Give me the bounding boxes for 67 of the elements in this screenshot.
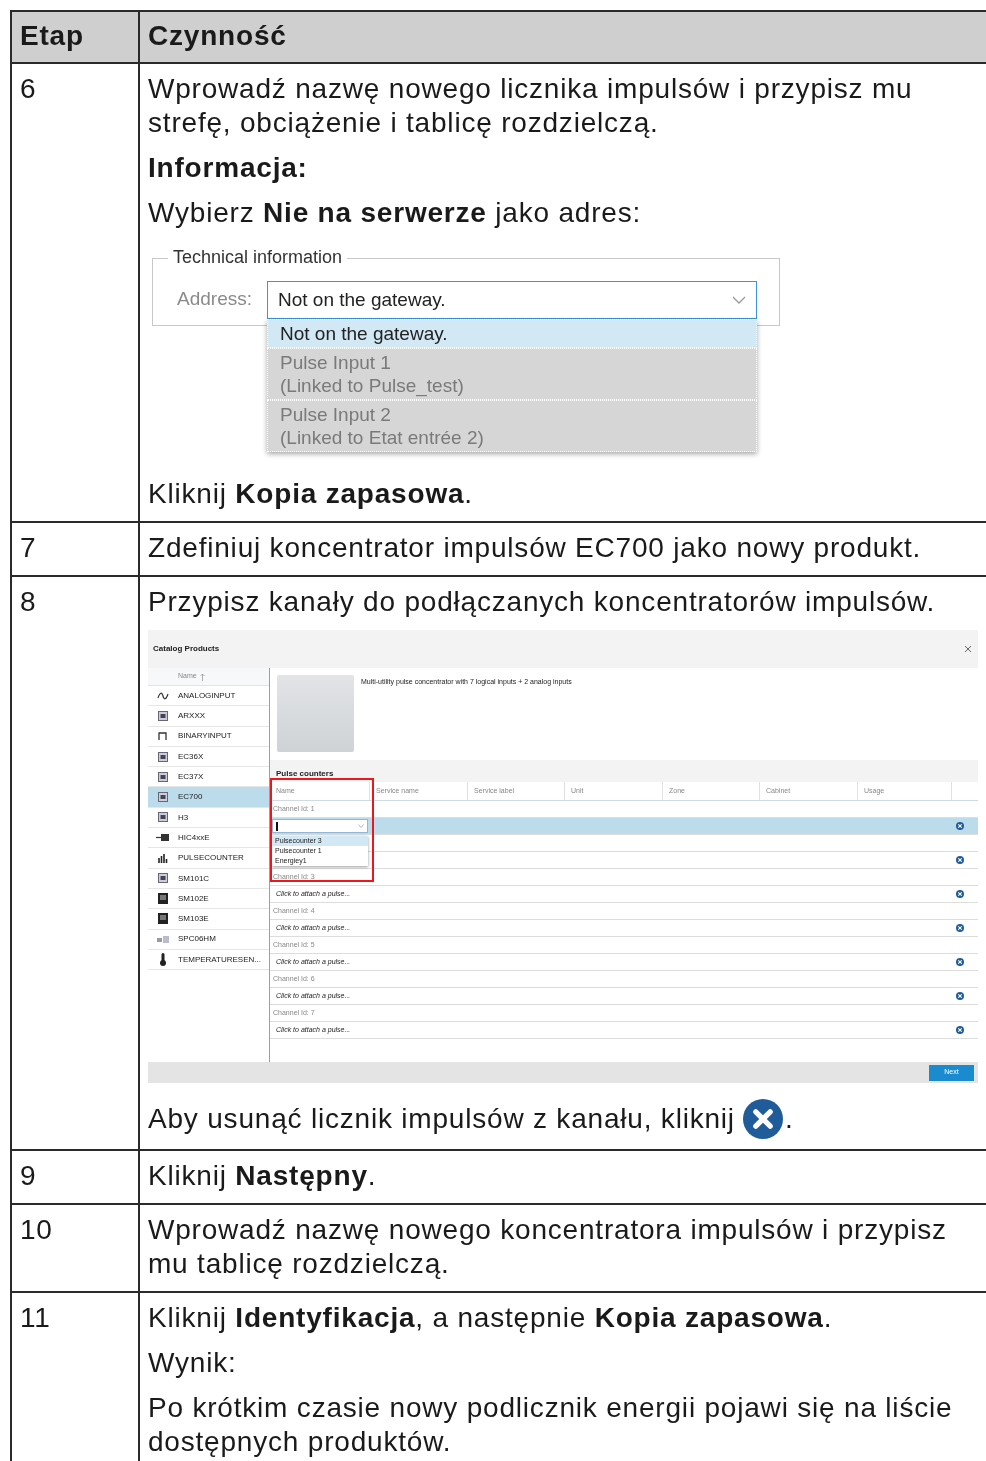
product-item[interactable]: SM103E [148, 909, 269, 930]
section-header: Pulse counters [270, 760, 978, 782]
thermometer-icon [159, 953, 167, 966]
product-item[interactable]: BINARYINPUT [148, 726, 269, 747]
instruction-text: Aby usunąć licznik impulsów z kanału, kliknij [148, 1102, 735, 1136]
instruction-text: Kliknij Kopia zapasowa. [148, 477, 474, 511]
address-label: Address: [177, 287, 252, 311]
sensor-icon [157, 935, 169, 943]
instruction-text: Wprowadź nazwę nowego licznika impulsów i przypisz mu strefę, obciążenie i tablicę rozdzielczą. [148, 72, 914, 140]
step-number: 9 [11, 1150, 139, 1204]
meter-icon [158, 893, 168, 905]
connector-icon [156, 834, 170, 842]
device-icon [158, 812, 168, 823]
address-select[interactable]: Not on the gateway. [267, 281, 757, 319]
bar-chart-icon [158, 853, 168, 863]
remove-icon[interactable] [956, 992, 964, 1000]
instruction-text: Kliknij Następny. [148, 1159, 378, 1193]
remove-icon [742, 1099, 783, 1139]
device-icon [158, 751, 168, 762]
chevron-down-icon [732, 296, 746, 304]
dropdown-option: Pulse Input 2 (Linked to Etat entrée 2) [267, 400, 757, 452]
instruction-text: Wybierz Nie na serwerze jako adres: [148, 196, 643, 230]
dropdown-option[interactable]: Not on the gateway. [267, 319, 757, 348]
product-item[interactable]: EC36X [148, 746, 269, 768]
device-icon [158, 792, 168, 803]
instruction-text: Kliknij Identyfikacja, a następnie Kopia zapasowa. [148, 1301, 834, 1335]
product-item[interactable]: ANALOGINPUT [148, 686, 269, 707]
meter-icon [158, 913, 168, 925]
device-icon [158, 873, 168, 884]
instruction-text: Przypisz kanały do podłączanych koncentratorów impulsów. [148, 585, 937, 619]
product-item[interactable]: SPC06HM [148, 929, 269, 950]
instruction-text: Zdefiniuj koncentrator impulsów EC700 jako nowy produkt. [148, 531, 923, 565]
instruction-text: Po krótkim czasie nowy podlicznik energii pojawi się na liście dostępnych produktów. [148, 1391, 954, 1459]
remove-icon[interactable] [956, 890, 964, 898]
device-icon [158, 771, 168, 782]
column-header: Etap [11, 11, 139, 63]
instruction-text: Wynik: [148, 1346, 238, 1380]
product-item[interactable]: SM101C [148, 868, 269, 889]
chevron-down-icon [358, 824, 364, 828]
remove-icon[interactable] [956, 1026, 964, 1034]
note-heading: Informacja: [148, 151, 309, 185]
close-icon[interactable] [964, 645, 972, 653]
sentence-period: . [784, 1102, 794, 1136]
product-item[interactable]: TEMPERATURESEN... [148, 949, 269, 971]
product-item[interactable]: PULSECOUNTER [148, 848, 269, 869]
product-item[interactable]: HIC4xxE [148, 828, 269, 849]
pulse-icon [158, 732, 168, 741]
step-number: 10 [11, 1204, 139, 1292]
step-number: 6 [11, 63, 139, 522]
column-header: Czynność [139, 11, 986, 63]
device-icon [158, 710, 168, 721]
dropdown-option: Pulse Input 1 (Linked to Pulse_test) [267, 348, 757, 400]
wave-icon [157, 691, 169, 700]
step-number: 11 [11, 1292, 139, 1461]
step-number: 8 [11, 576, 139, 1150]
product-item[interactable]: EC700 [148, 787, 269, 808]
remove-icon[interactable] [956, 958, 964, 966]
step-number: 7 [11, 522, 139, 576]
instruction-text: Wprowadź nazwę nowego koncentratora impulsów i przypisz mu tablicę rozdzielczą. [148, 1213, 948, 1281]
remove-icon[interactable] [956, 924, 964, 932]
product-item[interactable]: SM102E [148, 888, 269, 910]
remove-icon[interactable] [956, 822, 964, 830]
product-item[interactable]: H3 [148, 807, 269, 829]
dialog-title: Catalog Products [153, 644, 220, 654]
product-item[interactable]: ARXXX [148, 706, 269, 727]
sort-arrow-icon [199, 672, 205, 681]
remove-icon[interactable] [956, 856, 964, 864]
